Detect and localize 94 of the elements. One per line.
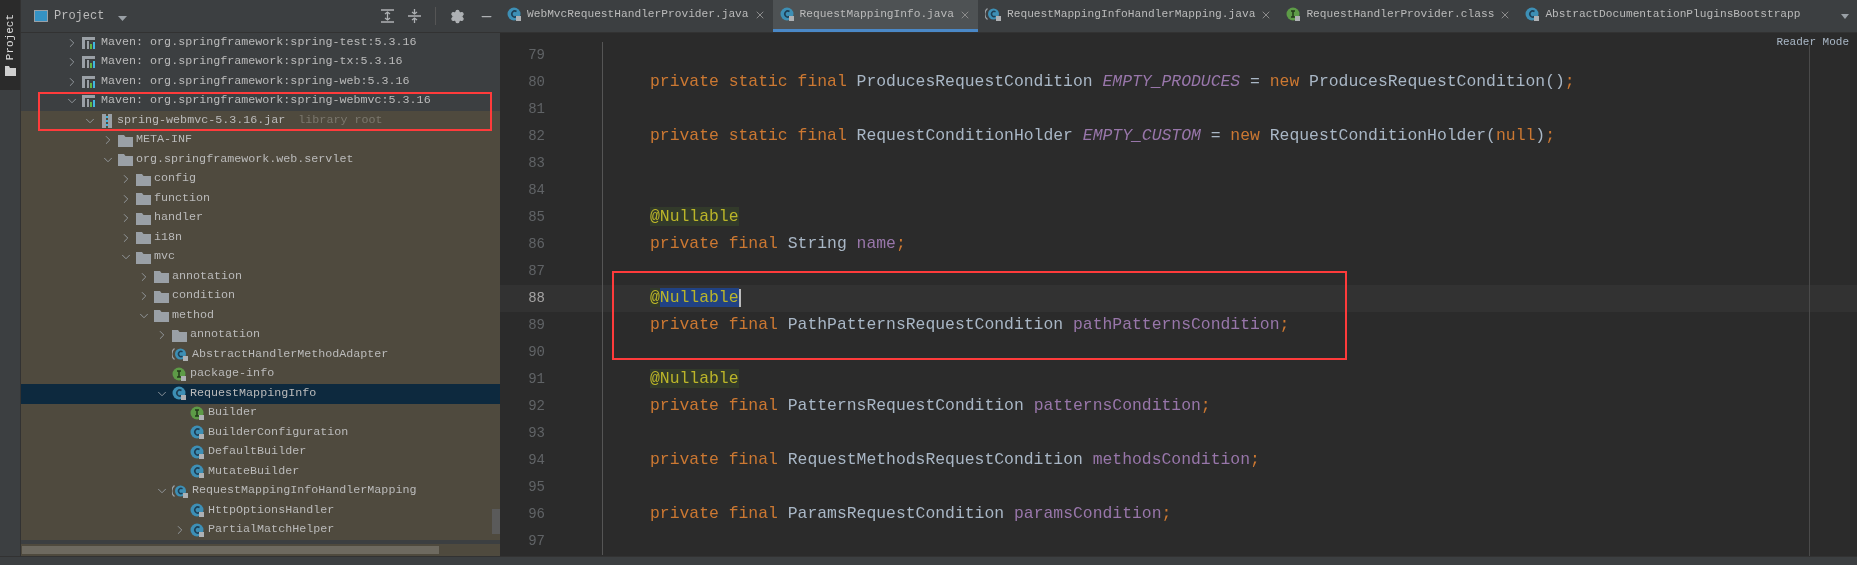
caret-icon [118,15,128,21]
folder-icon [136,192,151,206]
editor-tab[interactable]: RequestHandlerProvider.class [1279,0,1519,32]
folder-icon [118,133,133,147]
line-number: 97 [527,532,545,551]
class-icon [190,464,205,480]
line-number: 91 [527,370,545,389]
editor-tab[interactable]: RequestMappingInfo.java [772,0,978,32]
code-line: private final RequestMethodsRequestCondition methodsCondition; [650,449,1260,472]
interface-icon [190,405,205,421]
line-number: 95 [527,478,545,497]
code-line: private static final RequestConditionHolder EMPTY_CUSTOM = new RequestConditionHolder(null); [650,125,1555,148]
tree-item[interactable]: RequestMappingInfoHandlerMapping [21,481,500,501]
tree-item[interactable]: function [21,189,500,209]
line-number: 87 [527,262,545,281]
scrollbar-thumb[interactable] [492,509,500,534]
library-icon [82,35,98,50]
line-number: 90 [527,343,545,362]
folder-icon [136,231,151,245]
line-number: 79 [527,46,545,65]
tree-item[interactable]: method [21,306,500,326]
window-icon [34,10,48,22]
library-icon [82,74,98,89]
interface-icon [1286,7,1302,22]
scrollbar-thumb[interactable] [22,546,439,554]
abstract-class-icon [985,7,1002,22]
class-icon [779,7,795,22]
folder-icon [118,153,133,167]
tree-item[interactable]: META-INF [21,130,500,150]
line-number: 93 [527,424,545,443]
tree-item[interactable]: annotation [21,325,500,345]
caret-icon[interactable] [1841,13,1849,19]
folder-icon [172,328,187,342]
settings-icon[interactable] [450,8,465,24]
folder-icon [136,250,151,264]
line-number: 81 [527,100,545,119]
folder-icon [154,270,169,284]
editor-tab[interactable]: RequestMappingInfoHandlerMapping.java [978,0,1280,32]
line-number: 88 [527,289,545,308]
folder-icon [136,211,151,225]
line-number: 92 [527,397,545,416]
line-number: 85 [527,208,545,227]
line-number: 94 [527,451,545,470]
expand-all-icon[interactable] [381,9,394,23]
tree-item[interactable]: RequestMappingInfo [21,384,500,404]
abstract-class-icon [172,483,189,499]
jar-icon [100,113,114,128]
reader-mode-link[interactable]: Reader Mode [1776,34,1849,51]
class-icon [190,503,205,519]
tree-item[interactable]: mvc [21,247,500,267]
tree-item[interactable]: i18n [21,228,500,248]
tree-item[interactable]: MutateBuilder [21,462,500,482]
class-icon [507,7,522,22]
class-icon [190,425,205,441]
line-number: 89 [527,316,545,335]
line-number: 82 [527,127,545,146]
line-number: 84 [527,181,545,200]
folder-icon [4,66,16,77]
interface-icon [172,366,187,382]
tree-item[interactable]: org.springframework.web.servlet [21,150,500,170]
tree-item[interactable]: annotation [21,267,500,287]
tree-item[interactable]: AbstractHandlerMethodAdapter [21,345,500,365]
line-number: 80 [527,73,545,92]
code-line: private final String name; [650,233,906,256]
line-number: 86 [527,235,545,254]
library-icon [82,55,98,70]
tree-item[interactable]: HttpOptionsHandler [21,501,500,521]
class-icon [1525,7,1541,22]
editor-tab[interactable]: WebMvcRequestHandlerProvider.java [500,0,773,32]
code-line: private final PathPatternsRequestCondition pathPatternsCondition; [650,314,1290,337]
abstract-class-icon [172,347,189,363]
tree-item[interactable]: DefaultBuilder [21,442,500,462]
class-icon [172,386,187,402]
tree-item[interactable]: Builder [21,403,500,423]
code-line: private static final ProducesRequestCondition EMPTY_PRODUCES = new ProducesRequestCondition(); [650,71,1575,94]
tree-item[interactable]: package-info [21,364,500,384]
editor-tab[interactable]: AbstractDocumentationPluginsBootstrapp [1518,0,1808,32]
line-number: 96 [527,505,545,524]
tree-item[interactable]: condition [21,286,500,306]
line-number: 83 [527,154,545,173]
view-selector[interactable]: Project [34,7,128,25]
collapse-all-icon[interactable] [408,9,421,23]
folder-icon [154,289,169,303]
folder-icon [154,309,169,323]
library-icon [82,94,98,109]
code-line: private final PatternsRequestCondition patternsCondition; [650,395,1211,418]
tree-item[interactable]: handler [21,208,500,228]
tree-item[interactable]: BuilderConfiguration [21,423,500,443]
class-icon [190,522,205,538]
tree-item[interactable]: config [21,169,500,189]
code-line: private final ParamsRequestCondition paramsCondition; [650,503,1172,526]
project-stripe-button[interactable]: Project [0,0,20,91]
class-icon [190,444,205,460]
folder-icon [136,172,151,186]
